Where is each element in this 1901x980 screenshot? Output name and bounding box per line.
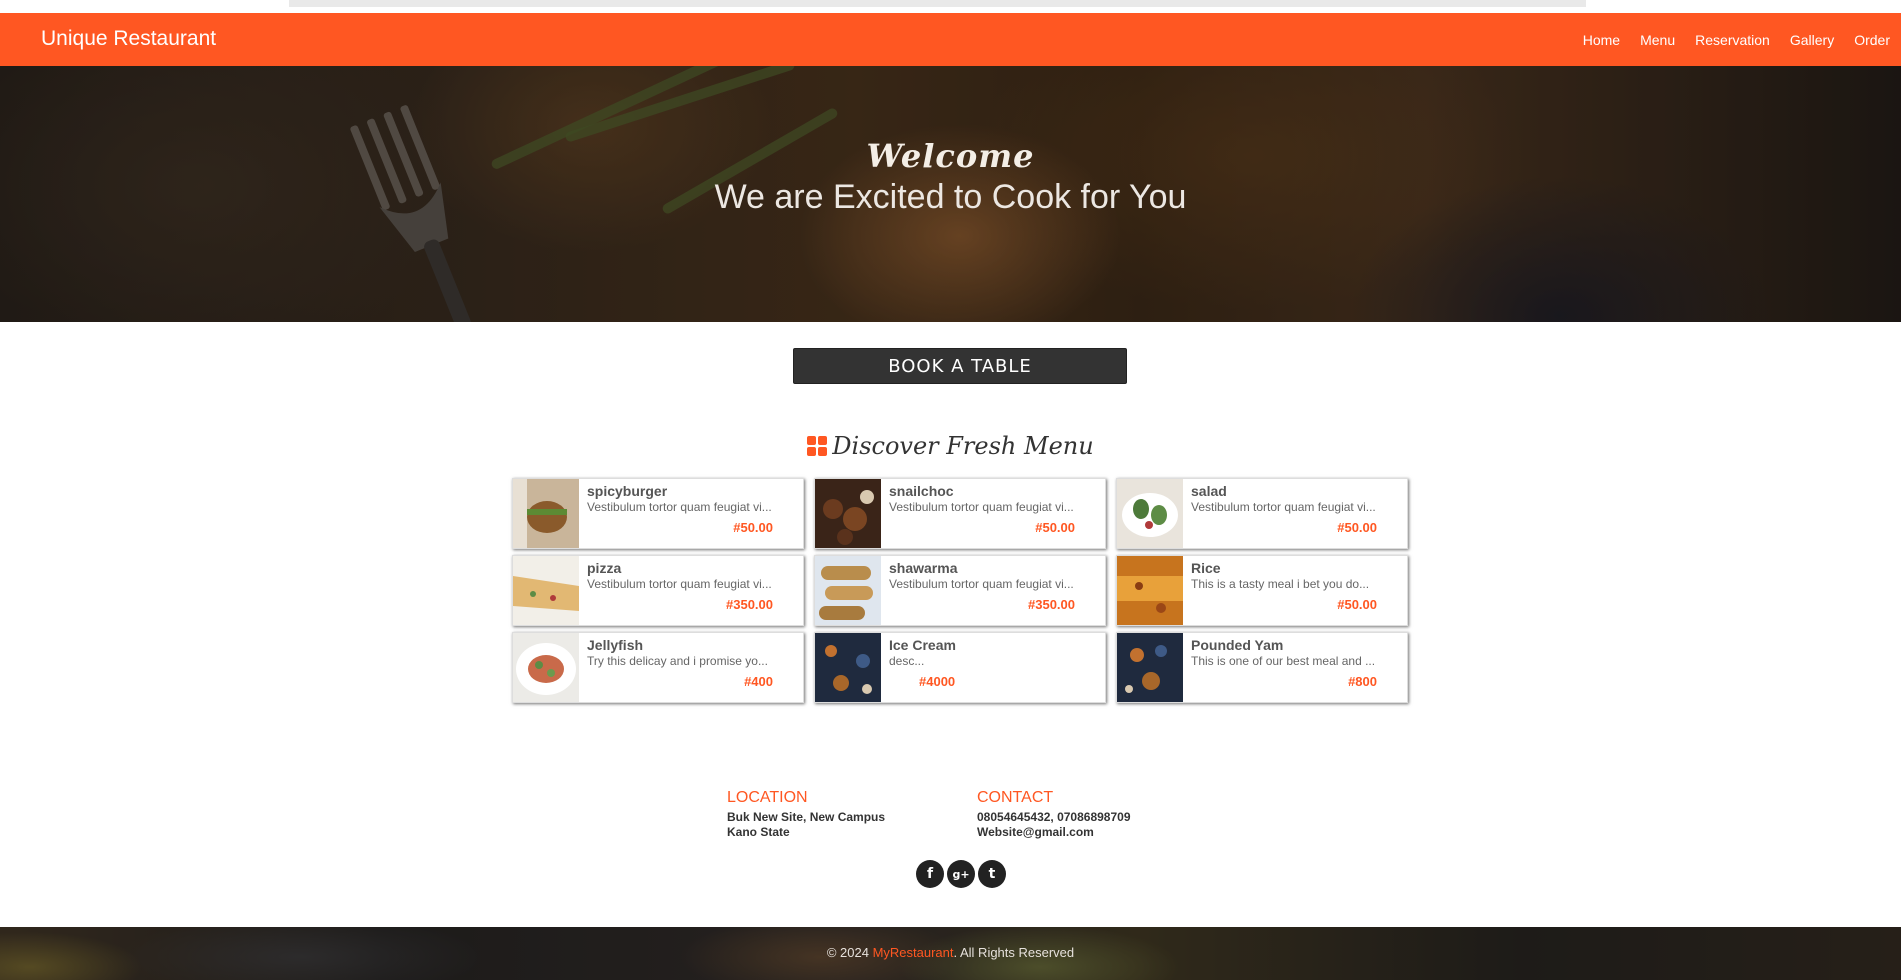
menu-grid: spicyburger Vestibulum tortor quam feugi… — [512, 478, 1409, 703]
food-image — [1117, 479, 1183, 548]
menu-item-desc: Vestibulum tortor quam feugiat vi... — [889, 500, 1074, 514]
hero-welcome: Welcome — [866, 137, 1035, 175]
menu-item-price: #4000 — [919, 674, 956, 689]
contact-block: CONTACT 08054645432, 07086898709 Website… — [977, 789, 1131, 840]
menu-item-name: shawarma — [889, 560, 958, 576]
food-image — [815, 479, 881, 548]
food-image — [513, 479, 579, 548]
menu-card[interactable]: snailchoc Vestibulum tortor quam feugiat… — [814, 478, 1106, 549]
menu-item-price: #350.00 — [726, 597, 773, 612]
menu-item-desc: Vestibulum tortor quam feugiat vi... — [1191, 500, 1376, 514]
menu-item-desc: This is a tasty meal i bet you do... — [1191, 577, 1370, 591]
menu-card[interactable]: spicyburger Vestibulum tortor quam feugi… — [512, 478, 804, 549]
menu-item-price: #50.00 — [1337, 597, 1377, 612]
location-heading: LOCATION — [727, 789, 808, 806]
menu-item-price: #800 — [1348, 674, 1377, 689]
menu-item-name: Ice Cream — [889, 637, 956, 653]
top-scroll-bar — [289, 0, 1586, 7]
nav-order[interactable]: Order — [1854, 32, 1890, 48]
menu-item-name: salad — [1191, 483, 1227, 499]
navbar: Unique Restaurant Home Menu Reservation … — [0, 13, 1901, 66]
food-image — [815, 556, 881, 625]
menu-item-desc: Try this delicay and i promise yo... — [587, 654, 768, 668]
contact-phones: 08054645432, 07086898709 — [977, 810, 1131, 824]
social-icons: f g+ t — [916, 860, 1006, 888]
menu-item-name: snailchoc — [889, 483, 954, 499]
menu-item-desc: Vestibulum tortor quam feugiat vi... — [587, 500, 772, 514]
menu-card[interactable]: shawarma Vestibulum tortor quam feugiat … — [814, 555, 1106, 626]
copyright-suffix: . All Rights Reserved — [953, 945, 1075, 960]
nav-menu[interactable]: Menu — [1640, 32, 1675, 48]
menu-card[interactable]: Pounded Yam This is one of our best meal… — [1116, 632, 1408, 703]
nav-reservation[interactable]: Reservation — [1695, 32, 1770, 48]
twitter-icon[interactable]: t — [978, 860, 1006, 888]
food-image — [513, 556, 579, 625]
menu-item-price: #50.00 — [1337, 520, 1377, 535]
grid-icon — [807, 436, 828, 456]
menu-item-name: Rice — [1191, 560, 1221, 576]
nav-home[interactable]: Home — [1583, 32, 1620, 48]
menu-item-desc: Vestibulum tortor quam feugiat vi... — [587, 577, 772, 591]
nav-gallery[interactable]: Gallery — [1790, 32, 1834, 48]
browser-top-strip — [0, 0, 1901, 13]
location-line1: Buk New Site, New Campus — [727, 810, 886, 824]
food-image — [513, 633, 579, 702]
menu-card[interactable]: salad Vestibulum tortor quam feugiat vi.… — [1116, 478, 1408, 549]
menu-item-desc: Vestibulum tortor quam feugiat vi... — [889, 577, 1074, 591]
menu-card[interactable]: Rice This is a tasty meal i bet you do..… — [1116, 555, 1408, 626]
contact-heading: CONTACT — [977, 789, 1054, 806]
menu-card[interactable]: Jellyfish Try this delicay and i promise… — [512, 632, 804, 703]
location-line2: Kano State — [727, 825, 790, 839]
footer-bar: © 2024 MyRestaurant. All Rights Reserved — [0, 927, 1901, 980]
menu-item-price: #350.00 — [1028, 597, 1075, 612]
menu-card[interactable]: Ice Cream desc... #4000 — [814, 632, 1106, 703]
menu-item-name: spicyburger — [587, 483, 668, 499]
google-plus-icon[interactable]: g+ — [947, 860, 975, 888]
menu-item-price: #400 — [744, 674, 773, 689]
copyright-prefix: © 2024 — [826, 945, 873, 960]
food-image — [1117, 633, 1183, 702]
book-table-button[interactable]: BOOK A TABLE — [793, 348, 1127, 384]
menu-item-name: Pounded Yam — [1191, 637, 1284, 653]
menu-card[interactable]: pizza Vestibulum tortor quam feugiat vi.… — [512, 555, 804, 626]
brand-logo-text[interactable]: Unique Restaurant — [41, 27, 216, 51]
copyright-brand-link[interactable]: MyRestaurant — [873, 945, 954, 960]
facebook-icon[interactable]: f — [916, 860, 944, 888]
menu-item-price: #50.00 — [1035, 520, 1075, 535]
menu-section-title: Discover Fresh Menu — [0, 432, 1901, 460]
menu-item-name: pizza — [587, 560, 622, 576]
food-image — [1117, 556, 1183, 625]
menu-item-price: #50.00 — [733, 520, 773, 535]
nav-links: Home Menu Reservation Gallery Order — [1583, 13, 1901, 66]
copyright: © 2024 MyRestaurant. All Rights Reserved — [0, 945, 1901, 960]
hero-tagline: We are Excited to Cook for You — [714, 178, 1187, 216]
menu-item-desc: This is one of our best meal and ... — [1191, 654, 1376, 668]
contact-email: Website@gmail.com — [977, 825, 1094, 839]
location-block: LOCATION Buk New Site, New Campus Kano S… — [727, 789, 885, 840]
hero-banner: Welcome We are Excited to Cook for You — [0, 66, 1901, 322]
menu-item-desc: desc... — [889, 654, 925, 668]
menu-title-text: Discover Fresh Menu — [832, 432, 1094, 460]
menu-item-name: Jellyfish — [587, 637, 644, 653]
food-image — [815, 633, 881, 702]
